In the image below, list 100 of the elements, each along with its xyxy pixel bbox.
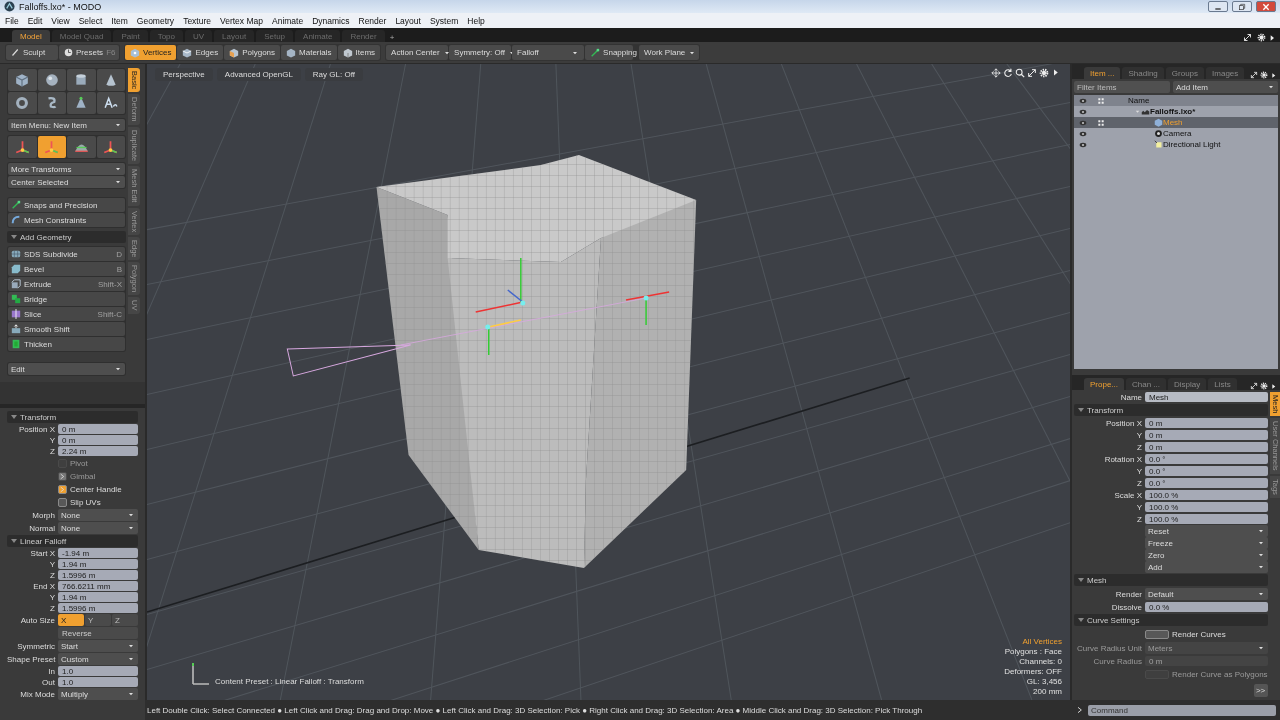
dropdown[interactable]: Custom [58, 653, 138, 665]
tool-button[interactable] [37, 69, 66, 91]
value-field[interactable]: 0 m [58, 424, 138, 434]
value-field[interactable]: 1.5996 m [58, 570, 138, 580]
move-icon[interactable] [991, 68, 1001, 78]
value-field[interactable]: 0 m [1145, 442, 1268, 452]
value-field[interactable]: 766.6211 mm [58, 581, 138, 591]
tool-button[interactable]: Extrude Shift-X [8, 277, 125, 291]
panel-tab[interactable]: Shading [1122, 67, 1164, 79]
settings-icon[interactable] [1260, 71, 1268, 79]
tool-button[interactable]: Thicken [8, 337, 125, 351]
add-item-dropdown[interactable]: Add Item [1173, 81, 1278, 93]
dropdown[interactable]: Item Menu: New Item [8, 119, 125, 131]
rotate-icon[interactable] [1003, 68, 1013, 78]
viewport-button[interactable]: Ray GL: Off [304, 68, 363, 81]
panel-tab[interactable]: Lists [1208, 378, 1237, 390]
section-header[interactable]: Transform [1074, 404, 1268, 416]
tool-button[interactable]: Bridge [8, 292, 125, 306]
add-tab-button[interactable]: + [386, 33, 398, 42]
more-button[interactable]: >> [1253, 684, 1268, 697]
toggle-option[interactable]: X [58, 614, 84, 626]
reverse-button[interactable]: Reverse [58, 627, 138, 639]
dropdown[interactable]: More Transforms [8, 163, 125, 175]
expand-icon[interactable] [1250, 71, 1258, 79]
sculpt-button[interactable]: Sculpt [6, 45, 58, 60]
selection-mode-button[interactable]: Materials [281, 45, 337, 60]
viewport-button[interactable]: Advanced OpenGL [216, 68, 301, 81]
panel-tab[interactable]: Prope... [1084, 378, 1124, 390]
menu-item[interactable]: Vertex Map [220, 15, 263, 26]
dropdown[interactable]: Edit [8, 363, 125, 375]
value-field[interactable]: 2.24 m [58, 446, 138, 456]
menu-item[interactable]: Edit [27, 15, 43, 26]
section-header[interactable]: Add Geometry [7, 231, 126, 243]
menu-item[interactable]: Layout [395, 15, 421, 26]
tool-button[interactable] [8, 92, 37, 114]
panel-tab[interactable]: Display [1168, 378, 1207, 390]
expand-icon[interactable] [1243, 33, 1252, 42]
tree-item[interactable]: Camera [1074, 128, 1278, 139]
tool-button[interactable]: Snaps and Precision [8, 198, 125, 212]
value-field[interactable]: 1.0 [58, 666, 138, 676]
tool-button[interactable]: Smooth Shift [8, 322, 125, 336]
dropdown[interactable]: None [58, 509, 138, 521]
dropdown[interactable]: Symmetry: Off [449, 45, 512, 60]
value-field[interactable]: 1.94 m [58, 559, 138, 569]
menu-item[interactable]: Help [467, 15, 485, 26]
dropdown[interactable]: Center Selected [8, 176, 125, 188]
dropdown[interactable]: Zero [1145, 549, 1268, 561]
name-field[interactable]: Mesh [1145, 392, 1268, 402]
panel-tab[interactable]: Images [1206, 67, 1245, 79]
dropdown[interactable]: Work Plane [639, 45, 700, 60]
menu-item[interactable]: Render [358, 15, 387, 26]
panel-tab[interactable]: Groups [1165, 67, 1205, 79]
tool-button[interactable] [96, 136, 125, 158]
arrow-icon[interactable] [1051, 68, 1060, 77]
selection-mode-button[interactable]: Polygons [224, 45, 281, 60]
value-field[interactable]: 100.0 % [1145, 502, 1268, 512]
tool-button[interactable] [8, 69, 37, 91]
arrow-icon[interactable] [1270, 72, 1277, 79]
value-field[interactable]: 0.0 ° [1145, 454, 1268, 464]
value-field[interactable]: -1.94 m [58, 548, 138, 558]
dropdown[interactable]: Action Center [386, 45, 449, 60]
dropdown[interactable]: Reset [1145, 525, 1268, 537]
checkbox[interactable] [1145, 629, 1169, 639]
section-header[interactable]: Transform [7, 411, 138, 423]
eye-icon[interactable] [1079, 129, 1087, 138]
arrow-icon[interactable] [1270, 383, 1277, 390]
tree-item[interactable]: Falloffs.lxo* [1074, 106, 1278, 117]
selection-mode-button[interactable]: Items [337, 45, 381, 60]
value-field[interactable]: 100.0 % [1145, 490, 1268, 500]
dropdown[interactable]: Default [1145, 588, 1268, 600]
tool-button[interactable]: SDS Subdivide D [8, 247, 125, 261]
menu-item[interactable]: Geometry [136, 15, 175, 26]
eye-icon[interactable] [1079, 118, 1087, 127]
zoom-icon[interactable] [1015, 68, 1025, 78]
menu-item[interactable]: Select [78, 15, 103, 26]
selection-mode-button[interactable]: Vertices [125, 45, 177, 60]
arrow-icon[interactable] [1268, 34, 1276, 42]
section-header[interactable]: Curve Settings [1074, 614, 1268, 626]
dropdown[interactable]: Falloff [512, 45, 585, 60]
value-field[interactable]: 0 m [1145, 418, 1268, 428]
dropdown[interactable]: None [58, 522, 138, 534]
maximize-button[interactable] [1232, 1, 1252, 12]
eye-icon[interactable] [1079, 107, 1087, 116]
menu-item[interactable]: File [5, 15, 19, 26]
section-header[interactable]: Mesh [1074, 574, 1268, 586]
value-field[interactable]: 0.0 % [1145, 602, 1268, 612]
tool-button[interactable]: Bevel B [8, 262, 125, 276]
tool-button[interactable] [37, 92, 66, 114]
panel-tab[interactable]: Chan ... [1126, 378, 1167, 390]
dropdown[interactable]: Add [1145, 561, 1268, 573]
menu-item[interactable]: System [429, 15, 459, 26]
filter-field[interactable]: Filter Items [1074, 81, 1170, 93]
tool-button[interactable] [67, 69, 96, 91]
viewport-button[interactable]: Perspective [155, 68, 213, 81]
settings-icon[interactable] [1039, 68, 1049, 78]
eye-icon[interactable] [1079, 140, 1087, 149]
menu-item[interactable]: Dynamics [312, 15, 350, 26]
value-field[interactable]: 0.0 ° [1145, 478, 1268, 488]
toggle-option[interactable]: Z [112, 614, 138, 626]
tool-button[interactable]: Slice Shift-C [8, 307, 125, 321]
